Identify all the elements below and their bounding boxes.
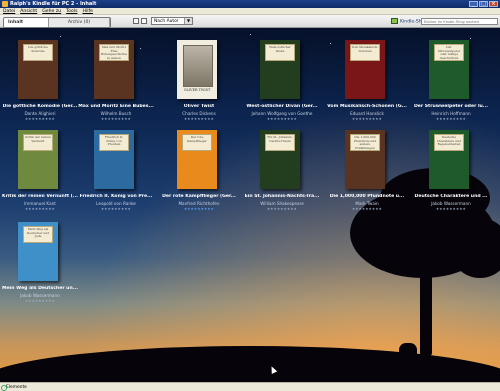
book-author: Leopold von Ranke [96,201,136,206]
menu-gehe-zu[interactable]: Gehe zu [42,8,61,14]
menu-bar: Datei Ansicht Gehe zu Tools Hilfe [0,8,500,15]
toolbar: Inhalt Archiv (0) Nach Autor ▼ Kindle-Sh… [0,15,500,28]
title-bar: Ralph's Kindle für PC 2 - Inhalt _ □ × [0,0,500,8]
book-cover[interactable]: Mein Weg als Deutscher und Jude [18,222,58,281]
book-title[interactable]: Deutsche Charaktere und ... [411,194,491,200]
cart-icon [391,18,398,24]
book-rating[interactable]: ★★★★★★★★★ [159,117,239,121]
book-rating[interactable]: ★★★★★★★★★ [159,207,239,211]
cover-title: Friedrich II. König von Preußen [99,134,129,151]
book-rating[interactable]: ★★★★★★★★★ [0,299,80,303]
book-cover[interactable]: West-östlicher Divan [260,40,300,99]
book-author: Eduard Hanslick [350,111,384,116]
cover-title: Vom Musikalisch-Schönen [350,44,380,61]
window-controls: _ □ × [469,1,498,7]
book-cover[interactable]: Der rote Kampfflieger [177,130,217,189]
book-title[interactable]: Mein Weg als Deutscher un... [0,286,80,292]
book-author: Immanuel Kant [24,201,56,206]
kindle-window: Ralph's Kindle für PC 2 - Inhalt _ □ × D… [0,0,500,391]
book-author: Charles Dickens [182,111,216,116]
book-cover[interactable]: Die 1,000,000 Pfundnote und andere Erzäh… [345,130,385,189]
book-cover[interactable]: Die göttliche Komödie [18,40,58,99]
kindle-app-icon [2,1,8,7]
close-button[interactable]: × [489,1,498,7]
cover-title: West-östlicher Divan [265,44,295,61]
book-rating[interactable]: ★★★★★★★★★ [242,207,322,211]
book-author: Dante Alighieri [24,111,56,116]
sort-select-value: Nach Autor [154,19,179,24]
book-author: William Shakespeare [260,201,304,206]
cover-title: Max und Moritz Eine Bubengeschichte in s… [99,44,129,61]
book-author: Wilhelm Busch [100,111,132,116]
menu-ansicht[interactable]: Ansicht [20,8,37,14]
library-view: Die göttliche Komödie Die göttliche Komöd… [0,28,500,382]
status-text: Elemente [6,385,27,390]
book-title[interactable]: Der Struwwelpeter oder lu... [411,104,491,110]
book-title[interactable]: Ein St. Johannis-Nachts-Tra... [242,194,322,200]
book-rating[interactable]: ★★★★★★★★★ [76,117,156,121]
book-rating[interactable]: ★★★★★★★★★ [411,117,491,121]
status-icon [1,385,7,391]
cover-title: Der Struwwelpeter oder lustige Geschicht… [434,44,464,61]
tab-content[interactable]: Inhalt [4,18,49,27]
book-author: Johann Wolfgang von Goethe [251,111,313,116]
book-title[interactable]: Der rote Kampfflieger (Ger... [159,194,239,200]
book-title[interactable]: Vom Musikalisch-Schönen (G... [327,104,407,110]
book-rating[interactable]: ★★★★★★★★★ [411,207,491,211]
book-rating[interactable]: ★★★★★★★★★ [242,117,322,121]
cover-title: Deutsche Charaktere und Begebenheiten [434,134,464,151]
cover-title: Die 1,000,000 Pfundnote und andere Erzäh… [350,134,380,151]
book-cover[interactable]: Deutsche Charaktere und Begebenheiten [429,130,469,189]
book-rating[interactable]: ★★★★★★★★★ [327,207,407,211]
book-title[interactable]: Oliver Twist [159,104,239,110]
book-title[interactable]: Kritik der reinen Vernunft (... [0,194,80,200]
book-title[interactable]: West-östlicher Divan (Ger... [242,104,322,110]
tab-archive[interactable]: Archiv (0) [49,18,110,27]
cover-illustration [183,45,213,87]
book-cover[interactable]: Vom Musikalisch-Schönen [345,40,385,99]
book-author: Manfred Richthofen [178,201,220,206]
reader-silhouette [399,343,417,359]
cover-title: OLIVER TWIST [183,88,211,92]
list-view-icon[interactable] [141,18,147,24]
chevron-down-icon: ▼ [184,18,192,24]
book-title[interactable]: Die göttliche Komödie (Ger... [0,104,80,110]
book-cover[interactable]: Max und Moritz Eine Bubengeschichte in s… [94,40,134,99]
maximize-button[interactable]: □ [479,1,488,7]
menu-hilfe[interactable]: Hilfe [82,8,92,14]
book-title[interactable]: Max und Moritz Eine Bubes... [76,104,156,110]
book-author: Jakob Wassermann [431,201,471,206]
cover-title: Kritik der reinen Vernunft [23,134,53,151]
menu-datei[interactable]: Datei [3,8,15,14]
book-author: Jakob Wassermann [20,293,60,298]
cover-title: Die göttliche Komödie [23,44,53,61]
book-title[interactable]: Die 1,000,000 Pfundnote u... [327,194,407,200]
search-input[interactable] [421,18,498,25]
minimize-button[interactable]: _ [469,1,478,7]
book-cover[interactable]: Der Struwwelpeter oder lustige Geschicht… [429,40,469,99]
book-cover[interactable]: Friedrich II. König von Preußen [94,130,134,189]
window-title: Ralph's Kindle für PC 2 - Inhalt [10,1,97,7]
book-rating[interactable]: ★★★★★★★★★ [0,117,80,121]
status-bar: Elemente [0,382,500,391]
book-rating[interactable]: ★★★★★★★★★ [76,207,156,211]
book-author: Mark Twain [355,201,379,206]
menu-tools[interactable]: Tools [66,8,77,14]
cover-title: Ein St. Johannis-Nachts-Traum [265,134,295,151]
grid-view-icon[interactable] [133,18,139,24]
book-author: Heinrich Hoffmann [431,111,471,116]
book-cover[interactable]: OLIVER TWIST [177,40,217,99]
book-cover[interactable]: Ein St. Johannis-Nachts-Traum [260,130,300,189]
book-cover[interactable]: Kritik der reinen Vernunft [18,130,58,189]
library-tabs: Inhalt Archiv (0) [3,17,111,28]
tree-trunk [420,258,432,356]
cover-title: Der rote Kampfflieger [182,134,212,151]
book-rating[interactable]: ★★★★★★★★★ [327,117,407,121]
sort-select[interactable]: Nach Autor ▼ [151,17,193,25]
cover-title: Mein Weg als Deutscher und Jude [23,226,53,243]
book-rating[interactable]: ★★★★★★★★★ [0,207,80,211]
book-title[interactable]: Friedrich II. König von Pre... [76,194,156,200]
